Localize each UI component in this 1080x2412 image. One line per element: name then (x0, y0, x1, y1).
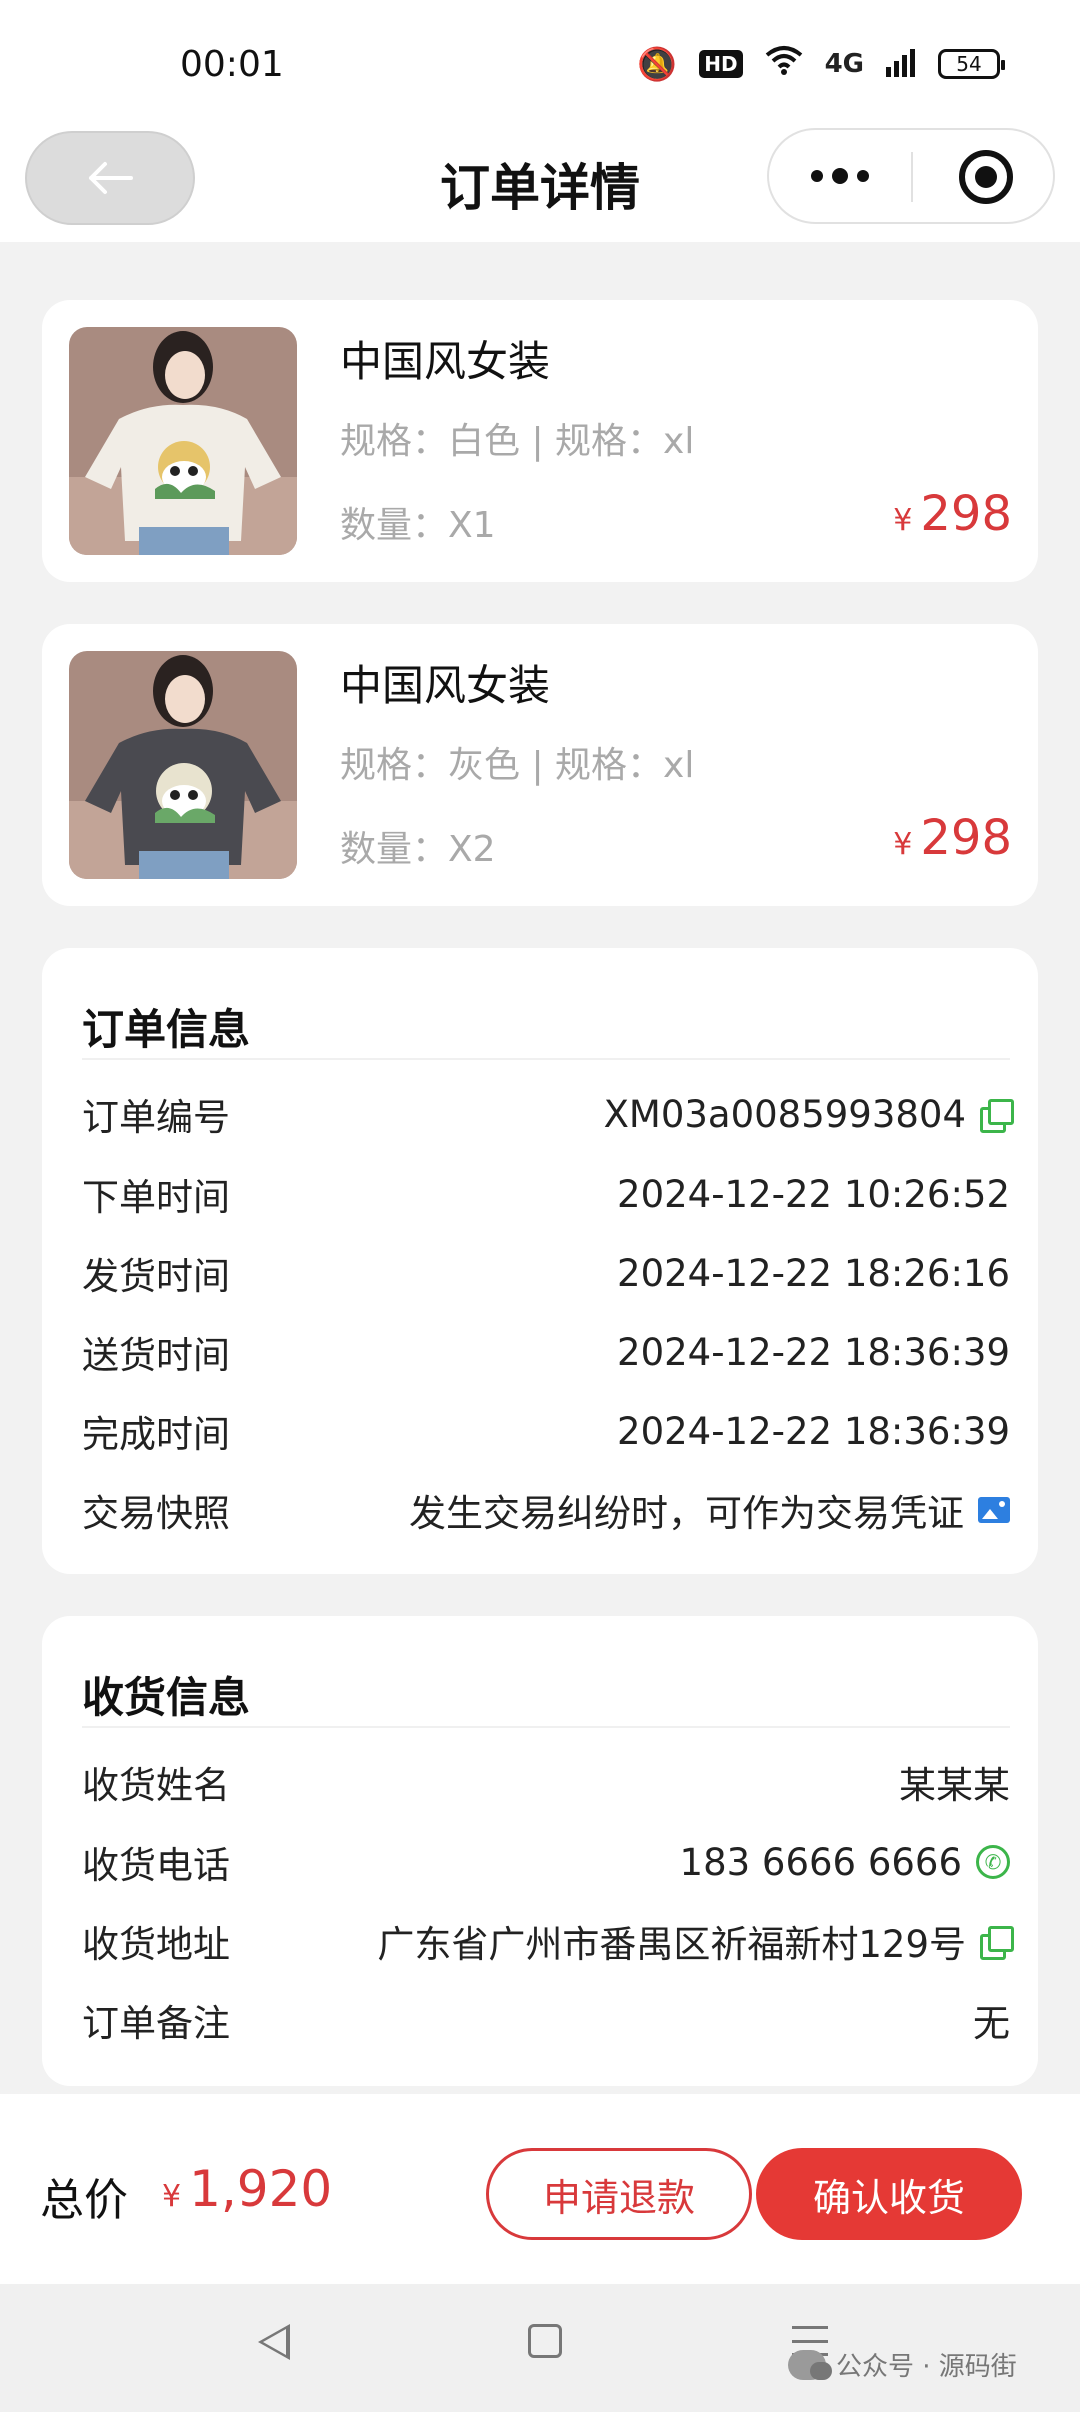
order-detail-page: 00:01 🔕 HD 4G 54 订单详情 中国风女装 规格：白色 | 规格：x… (0, 0, 1080, 2412)
shipping-info-card: 收货信息 收货姓名 某某某 收货电话 183 6666 6666 ✆ 收货地址 … (42, 1616, 1038, 2086)
order-time-row: 下单时间 2024-12-22 10:26:52 (82, 1164, 1010, 1224)
snapshot-text: 发生交易纠纷时，可作为交易凭证 (409, 1492, 964, 1535)
row-value: 发生交易纠纷时，可作为交易凭证 (409, 1483, 1010, 1537)
product-name: 中国风女装 (340, 337, 551, 386)
product-price: ¥298 (893, 486, 1012, 542)
image-icon[interactable] (978, 1497, 1010, 1523)
status-icons: 🔕 HD 4G 54 (637, 44, 1005, 84)
product-name: 中国风女装 (340, 661, 551, 710)
row-label: 收货姓名 (82, 1764, 230, 1807)
wechat-logo-icon (788, 2349, 832, 2380)
product-card[interactable]: 中国风女装 规格：灰色 | 规格：xl 数量：X2 ¥298 (42, 624, 1038, 906)
phone-value: 183 6666 6666 (679, 1840, 962, 1884)
receiver-phone-row: 收货电话 183 6666 6666 ✆ (82, 1832, 1010, 1892)
more-dot-icon (811, 170, 823, 182)
order-info-card: 订单信息 订单编号 XM03a0085993804 下单时间 2024-12-2… (42, 948, 1038, 1574)
snapshot-row[interactable]: 交易快照 发生交易纠纷时，可作为交易凭证 (82, 1480, 1010, 1540)
total-value: 1,920 (189, 2160, 333, 2218)
complete-time-row: 完成时间 2024-12-22 18:36:39 (82, 1401, 1010, 1461)
total-price: ¥1,920 (162, 2160, 332, 2218)
watermark: 公众号 · 源码街 (788, 2346, 1017, 2383)
currency-symbol: ¥ (162, 2179, 182, 2214)
network-4g-label: 4G (824, 49, 864, 79)
phone-icon[interactable]: ✆ (976, 1845, 1010, 1879)
row-label: 下单时间 (82, 1176, 230, 1219)
system-back-icon[interactable] (258, 2324, 290, 2360)
receiver-name-row: 收货姓名 某某某 (82, 1752, 1010, 1812)
row-label: 送货时间 (82, 1334, 230, 1377)
order-number-value: XM03a0085993804 (603, 1092, 966, 1136)
bell-muted-icon: 🔕 (637, 45, 678, 83)
row-value: 2024-12-22 18:36:39 (617, 1330, 1010, 1374)
more-dot-icon (832, 168, 848, 184)
order-remark-row: 订单备注 无 (82, 1990, 1010, 2050)
row-value: 无 (973, 2002, 1010, 2045)
address-value: 广东省广州市番禺区祈福新村129号 (377, 1923, 966, 1966)
row-value: 广东省广州市番禺区祈福新村129号 (377, 1914, 1014, 1968)
currency-symbol: ¥ (893, 827, 913, 862)
product-price: ¥298 (893, 810, 1012, 866)
bottom-action-bar: 总价 ¥1,920 申请退款 确认收货 (0, 2094, 1080, 2284)
section-title: 订单信息 (82, 1005, 251, 1054)
row-value: XM03a0085993804 (603, 1092, 1014, 1136)
total-label: 总价 (40, 2175, 128, 2226)
product-spec: 规格：灰色 | 规格：xl (340, 745, 695, 786)
section-title: 收货信息 (82, 1673, 251, 1722)
system-home-icon[interactable] (528, 2324, 562, 2358)
row-value: 某某某 (899, 1764, 1010, 1807)
row-value: 2024-12-22 10:26:52 (617, 1172, 1010, 1216)
copy-icon[interactable] (980, 1099, 1014, 1133)
row-value: 2024-12-22 18:36:39 (617, 1409, 1010, 1453)
signal-icon (886, 47, 916, 81)
row-label: 订单备注 (82, 2002, 230, 2045)
ship-time-row: 发货时间 2024-12-22 18:26:16 (82, 1243, 1010, 1303)
row-label: 订单编号 (82, 1096, 230, 1139)
divider (82, 1058, 1010, 1060)
receiver-address-row: 收货地址 广东省广州市番禺区祈福新村129号 (82, 1911, 1014, 1971)
delivery-time-row: 送货时间 2024-12-22 18:36:39 (82, 1322, 1010, 1382)
order-number-row: 订单编号 XM03a0085993804 (82, 1084, 1014, 1144)
row-value: 183 6666 6666 ✆ (680, 1841, 1010, 1884)
product-quantity: 数量：X1 (340, 505, 496, 546)
hd-icon: HD (699, 50, 743, 78)
confirm-receipt-button[interactable]: 确认收货 (756, 2148, 1022, 2240)
product-image (69, 327, 297, 555)
status-time: 00:01 (180, 44, 284, 85)
mini-program-capsule (767, 128, 1055, 224)
battery-icon: 54 (938, 49, 1005, 79)
product-quantity: 数量：X2 (340, 829, 496, 870)
capsule-divider (911, 152, 913, 202)
divider (82, 1726, 1010, 1728)
product-image (69, 651, 297, 879)
row-label: 收货地址 (82, 1923, 230, 1966)
nav-bar: 订单详情 (0, 120, 1080, 242)
row-label: 发货时间 (82, 1255, 230, 1298)
price-value: 298 (920, 486, 1012, 542)
system-nav-bar: 公众号 · 源码街 (0, 2284, 1080, 2412)
row-value: 2024-12-22 18:26:16 (617, 1251, 1010, 1295)
status-bar: 00:01 🔕 HD 4G 54 (0, 0, 1080, 120)
watermark-text: 公众号 · 源码街 (836, 2352, 1017, 2382)
request-refund-button[interactable]: 申请退款 (486, 2148, 752, 2240)
wifi-icon (765, 44, 803, 84)
row-label: 交易快照 (82, 1492, 230, 1535)
row-label: 收货电话 (82, 1844, 230, 1887)
product-card[interactable]: 中国风女装 规格：白色 | 规格：xl 数量：X1 ¥298 (42, 300, 1038, 582)
more-dot-icon (857, 170, 869, 182)
price-value: 298 (920, 810, 1012, 866)
close-target-button[interactable] (959, 150, 1013, 204)
currency-symbol: ¥ (893, 503, 913, 538)
row-label: 完成时间 (82, 1413, 230, 1456)
more-button[interactable] (769, 130, 911, 222)
copy-icon[interactable] (980, 1926, 1014, 1960)
product-spec: 规格：白色 | 规格：xl (340, 421, 695, 462)
